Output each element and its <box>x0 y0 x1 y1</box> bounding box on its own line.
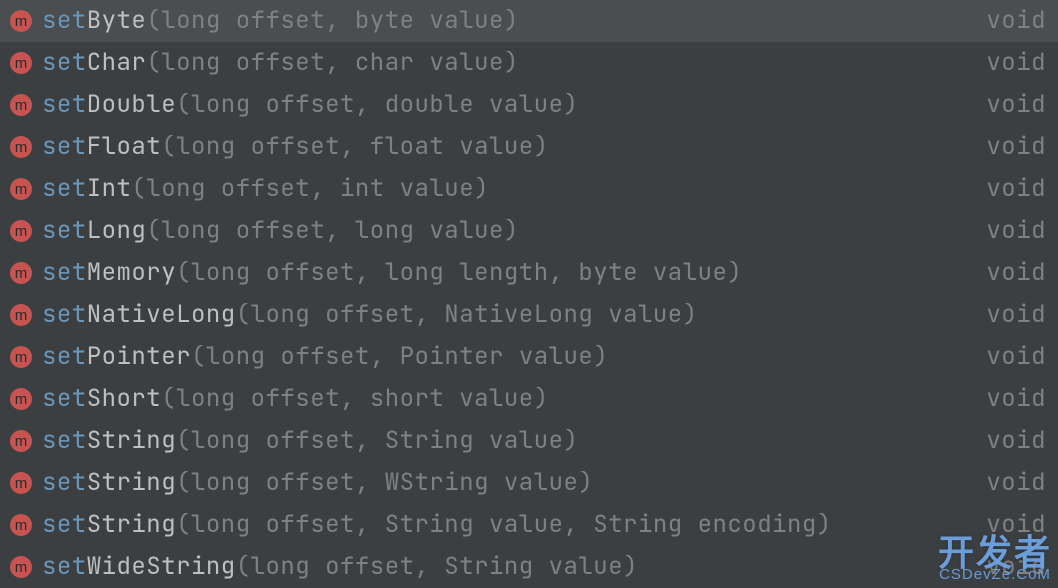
return-type: void <box>986 9 1046 33</box>
method-name-prefix: set <box>42 261 87 285</box>
method-icon: m <box>10 556 32 578</box>
method-name-prefix: set <box>42 93 87 117</box>
method-name-prefix: set <box>42 513 87 537</box>
completion-item[interactable]: msetPointer(long offset, Pointer value)v… <box>0 336 1058 378</box>
method-icon: m <box>10 346 32 368</box>
return-type: void <box>986 177 1046 201</box>
method-icon: m <box>10 388 32 410</box>
return-type: void <box>986 303 1046 327</box>
method-name-suffix: Int <box>87 177 132 201</box>
completion-item[interactable]: msetDouble(long offset, double value)voi… <box>0 84 1058 126</box>
method-params: (long offset, byte value) <box>146 9 519 33</box>
completion-item[interactable]: msetChar(long offset, char value)void <box>0 42 1058 84</box>
return-type: void <box>986 345 1046 369</box>
method-name-prefix: set <box>42 345 87 369</box>
completion-item[interactable]: msetString(long offset, WString value)vo… <box>0 462 1058 504</box>
completion-item[interactable]: msetByte(long offset, byte value)void <box>0 0 1058 42</box>
method-icon: m <box>10 472 32 494</box>
method-icon: m <box>10 430 32 452</box>
method-icon: m <box>10 178 32 200</box>
completion-item[interactable]: msetWideString(long offset, String value… <box>0 546 1058 588</box>
method-name-suffix: Float <box>87 135 162 159</box>
method-icon: m <box>10 94 32 116</box>
method-signature: setInt(long offset, int value) <box>42 177 966 201</box>
return-type: void <box>986 261 1046 285</box>
method-icon: m <box>10 514 32 536</box>
method-name-suffix: Long <box>87 219 147 243</box>
method-name-prefix: set <box>42 219 87 243</box>
method-signature: setString(long offset, WString value) <box>42 471 966 495</box>
method-signature: setFloat(long offset, float value) <box>42 135 966 159</box>
method-name-suffix: String <box>87 471 176 495</box>
method-icon: m <box>10 136 32 158</box>
method-name-suffix: Short <box>87 387 162 411</box>
completion-item[interactable]: msetString(long offset, String value, St… <box>0 504 1058 546</box>
method-name-suffix: WideString <box>87 555 236 579</box>
method-params: (long offset, long length, byte value) <box>176 261 742 285</box>
method-name-suffix: Double <box>87 93 176 117</box>
return-type: void <box>986 429 1046 453</box>
method-signature: setChar(long offset, char value) <box>42 51 966 75</box>
method-params: (long offset, NativeLong value) <box>236 303 698 327</box>
method-name-suffix: String <box>87 513 176 537</box>
method-name-prefix: set <box>42 135 87 159</box>
method-params: (long offset, char value) <box>146 51 519 75</box>
method-params: (long offset, WString value) <box>176 471 593 495</box>
completion-item[interactable]: msetString(long offset, String value)voi… <box>0 420 1058 462</box>
method-name-suffix: Pointer <box>87 345 191 369</box>
method-signature: setPointer(long offset, Pointer value) <box>42 345 966 369</box>
method-name-suffix: Byte <box>87 9 147 33</box>
return-type: void <box>986 555 1046 579</box>
method-params: (long offset, short value) <box>161 387 548 411</box>
method-params: (long offset, double value) <box>176 93 578 117</box>
method-params: (long offset, String value, String encod… <box>176 513 832 537</box>
completion-item[interactable]: msetMemory(long offset, long length, byt… <box>0 252 1058 294</box>
completion-item[interactable]: msetNativeLong(long offset, NativeLong v… <box>0 294 1058 336</box>
return-type: void <box>986 135 1046 159</box>
method-icon: m <box>10 10 32 32</box>
method-signature: setLong(long offset, long value) <box>42 219 966 243</box>
method-params: (long offset, long value) <box>146 219 519 243</box>
return-type: void <box>986 51 1046 75</box>
method-signature: setByte(long offset, byte value) <box>42 9 966 33</box>
return-type: void <box>986 219 1046 243</box>
completion-item[interactable]: msetLong(long offset, long value)void <box>0 210 1058 252</box>
method-name-suffix: NativeLong <box>87 303 236 327</box>
method-signature: setWideString(long offset, String value) <box>42 555 966 579</box>
method-params: (long offset, String value) <box>236 555 638 579</box>
method-name-prefix: set <box>42 471 87 495</box>
method-name-prefix: set <box>42 303 87 327</box>
method-name-prefix: set <box>42 429 87 453</box>
method-icon: m <box>10 52 32 74</box>
method-params: (long offset, int value) <box>131 177 489 201</box>
return-type: void <box>986 513 1046 537</box>
method-signature: setShort(long offset, short value) <box>42 387 966 411</box>
method-params: (long offset, Pointer value) <box>191 345 608 369</box>
return-type: void <box>986 387 1046 411</box>
return-type: void <box>986 471 1046 495</box>
method-signature: setDouble(long offset, double value) <box>42 93 966 117</box>
method-name-prefix: set <box>42 177 87 201</box>
completion-item[interactable]: msetFloat(long offset, float value)void <box>0 126 1058 168</box>
method-name-suffix: Char <box>87 51 147 75</box>
method-signature: setNativeLong(long offset, NativeLong va… <box>42 303 966 327</box>
completion-item[interactable]: msetShort(long offset, short value)void <box>0 378 1058 420</box>
method-name-prefix: set <box>42 51 87 75</box>
method-icon: m <box>10 220 32 242</box>
method-icon: m <box>10 262 32 284</box>
method-name-prefix: set <box>42 387 87 411</box>
method-signature: setString(long offset, String value) <box>42 429 966 453</box>
method-signature: setString(long offset, String value, Str… <box>42 513 966 537</box>
method-params: (long offset, float value) <box>161 135 548 159</box>
method-icon: m <box>10 304 32 326</box>
method-signature: setMemory(long offset, long length, byte… <box>42 261 966 285</box>
method-name-prefix: set <box>42 9 87 33</box>
completion-popup: msetByte(long offset, byte value)voidmse… <box>0 0 1058 586</box>
return-type: void <box>986 93 1046 117</box>
method-name-suffix: Memory <box>87 261 176 285</box>
method-name-suffix: String <box>87 429 176 453</box>
method-name-prefix: set <box>42 555 87 579</box>
method-params: (long offset, String value) <box>176 429 578 453</box>
completion-item[interactable]: msetInt(long offset, int value)void <box>0 168 1058 210</box>
